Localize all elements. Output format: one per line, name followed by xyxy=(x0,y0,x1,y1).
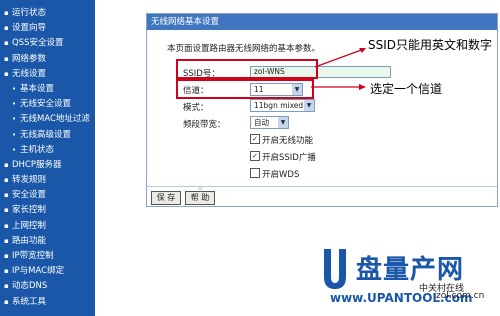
ssid-annotation: SSID只能用英文和数字 xyxy=(368,38,493,52)
upantool-logo-icon xyxy=(324,249,346,289)
ssid-arrow-line xyxy=(314,48,365,68)
zol-site-url: zol.com.cn xyxy=(436,291,485,301)
channel-arrow-head xyxy=(359,84,366,90)
channel-annotation: 选定一个信道 xyxy=(370,82,443,96)
